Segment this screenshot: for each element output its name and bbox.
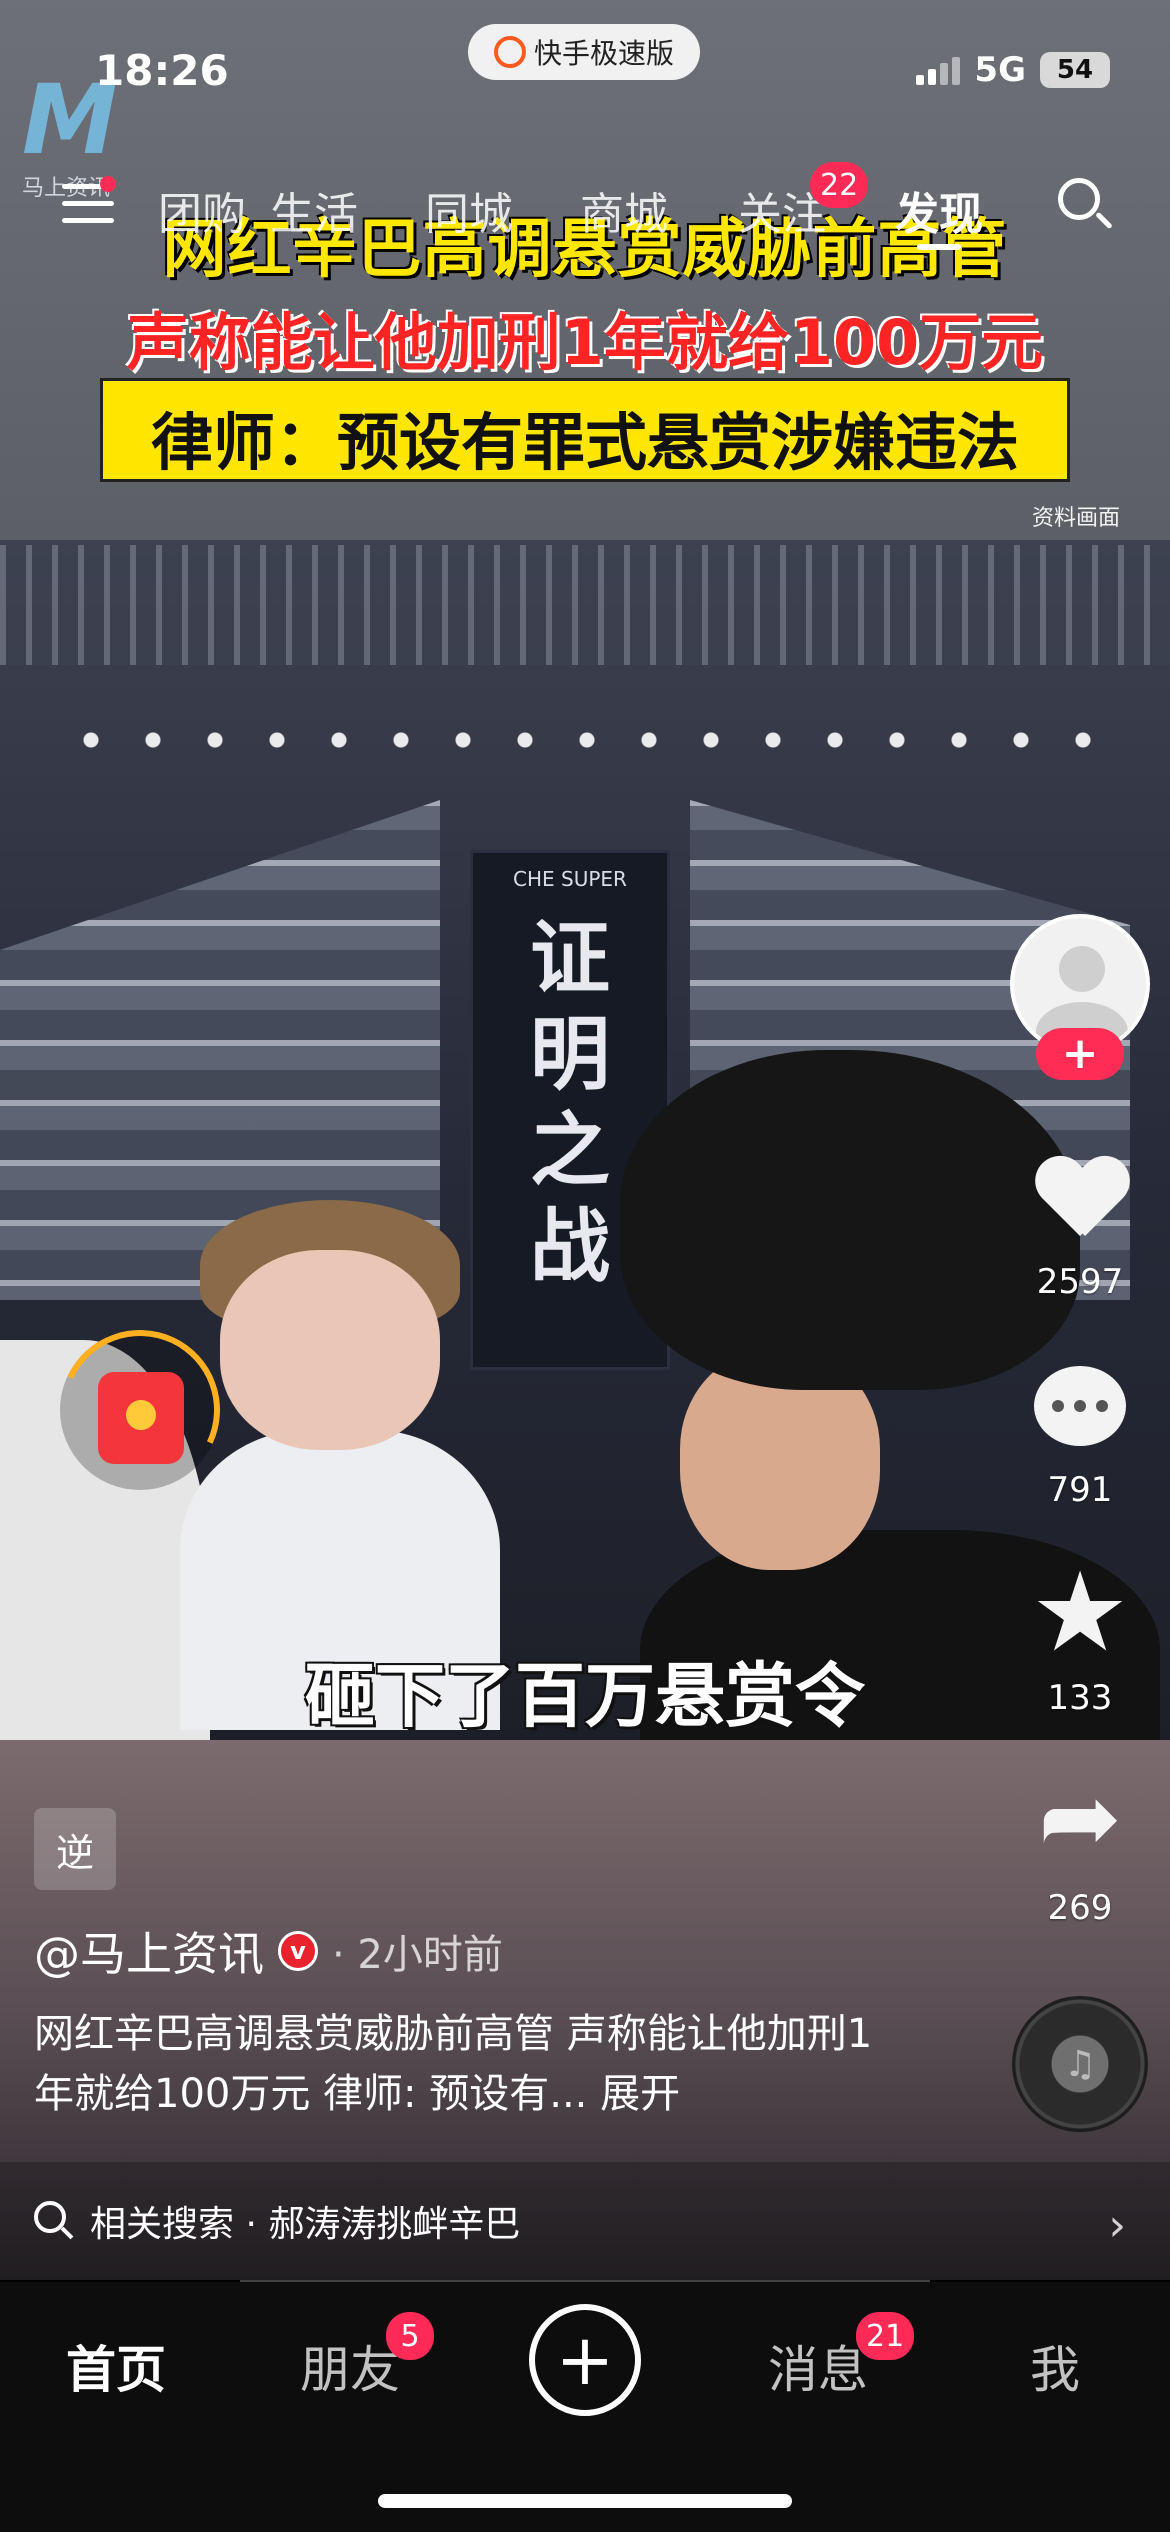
red-packet-widget[interactable] <box>37 1307 243 1513</box>
headline-line-2: 声称能让他加刑1年就给100万元 <box>126 306 1044 379</box>
related-search-text: 相关搜索 · 郝涛涛挑衅辛巴 <box>90 2204 521 2245</box>
create-post-button[interactable]: + <box>529 2304 641 2416</box>
kuaishou-logo-icon <box>493 36 526 68</box>
share-count: 269 <box>1047 1888 1113 1928</box>
nav-tab-mall[interactable]: 商城 <box>580 178 668 242</box>
search-icon[interactable] <box>1058 178 1113 232</box>
follow-button[interactable]: + <box>1036 1028 1124 1080</box>
heart-icon <box>1035 1158 1125 1238</box>
star-icon: ★ <box>1030 1548 1130 1676</box>
nav-tab-life[interactable]: 生活 <box>270 178 358 242</box>
post-time: · 2小时前 <box>332 1932 503 1978</box>
favorite-button[interactable]: ★ <box>1030 1557 1130 1667</box>
author-name[interactable]: @马上资讯 <box>34 1918 264 1984</box>
nav-active-indicator <box>917 244 961 250</box>
tab-friends[interactable]: 朋友 <box>300 2330 400 2402</box>
nav-tab-local[interactable]: 同城 <box>425 178 513 242</box>
banner-logo: CHE SUPER <box>513 867 627 891</box>
tab-me[interactable]: 我 <box>1030 2330 1080 2402</box>
stage-lights <box>60 730 1120 750</box>
nav-tab-group-buy[interactable]: 团购 <box>158 178 246 242</box>
status-indicators: 5G 54 <box>916 50 1110 90</box>
like-count: 2597 <box>1036 1262 1124 1302</box>
headline-line-3: 律师：预设有罪式悬赏涉嫌违法 <box>150 406 1019 479</box>
author-row: @马上资讯 v · 2小时前 <box>34 1918 503 1984</box>
music-disc-icon[interactable]: ♫ <box>1012 1996 1148 2132</box>
comment-icon <box>1034 1366 1126 1446</box>
description-text: 网红辛巴高调悬赏威胁前高管 声称能让他加刑1年就给100万元 律师: 预设有..… <box>34 2011 873 2117</box>
network-label: 5G <box>974 50 1026 90</box>
search-icon <box>34 2201 74 2241</box>
tab-home[interactable]: 首页 <box>66 2330 166 2402</box>
following-badge: 22 <box>810 162 869 208</box>
post-description[interactable]: 网红辛巴高调悬赏威胁前高管 声称能让他加刑1年就给100万元 律师: 预设有..… <box>34 2004 904 2124</box>
home-indicator[interactable] <box>378 2494 792 2508</box>
messages-badge: 21 <box>856 2312 915 2360</box>
related-search-bar[interactable]: 相关搜索 · 郝涛涛挑衅辛巴 › <box>0 2162 1170 2280</box>
status-time: 18:26 <box>95 46 229 95</box>
tab-messages[interactable]: 消息 <box>768 2330 868 2402</box>
like-button[interactable] <box>1030 1152 1130 1244</box>
stage-truss <box>0 545 1170 665</box>
share-button[interactable]: ➦ <box>1030 1768 1130 1868</box>
video-subtitle: 砸下了百万悬赏令 <box>305 1655 865 1737</box>
friends-badge: 5 <box>386 2312 434 2360</box>
app-pill-label: 快手极速版 <box>533 37 674 70</box>
verified-icon: v <box>278 1931 318 1971</box>
post-tag[interactable]: 逆 <box>34 1808 116 1890</box>
favorite-count: 133 <box>1047 1678 1113 1718</box>
battery-icon: 54 <box>1040 52 1110 88</box>
app-switch-pill[interactable]: 快手极速版 <box>468 24 700 80</box>
signal-icon <box>916 55 961 85</box>
comment-count: 791 <box>1047 1470 1113 1510</box>
envelope-seal <box>126 1400 156 1430</box>
expand-link[interactable]: 展开 <box>600 2071 680 2117</box>
share-arrow-icon: ➦ <box>1038 1759 1122 1876</box>
chevron-right-icon: › <box>1108 2200 1126 2251</box>
source-note: 资料画面 <box>1031 506 1120 531</box>
person-host <box>180 1200 500 1730</box>
comment-button[interactable] <box>1030 1360 1130 1452</box>
nav-tab-discover[interactable]: 发现 <box>895 178 983 242</box>
menu-notification-dot <box>100 176 116 192</box>
